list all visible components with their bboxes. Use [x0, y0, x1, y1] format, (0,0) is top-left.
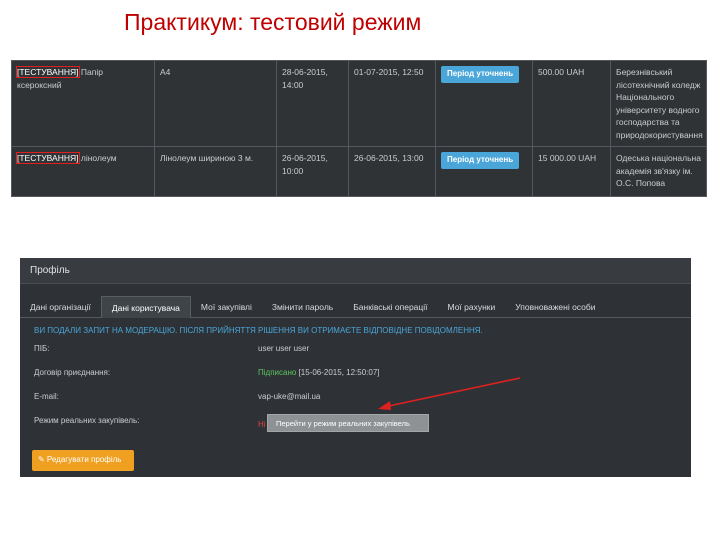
tender-start: 28-06-2015, 14:00: [276, 60, 349, 147]
tab-change-password[interactable]: Змінити пароль: [262, 296, 343, 318]
tender-status-cell: Період уточнень: [435, 60, 533, 147]
tab-bank-operations[interactable]: Банківські операції: [343, 296, 437, 318]
slide-title: Практикум: тестовий режим: [124, 9, 422, 35]
tender-name-cell[interactable]: [ТЕСТУВАННЯ] лінолеум: [11, 146, 155, 197]
profile-header: Профіль: [20, 258, 691, 284]
tender-org: Березнівський лісотехнічний коледж Націо…: [610, 60, 707, 147]
real-mode-value: Ні: [258, 420, 266, 429]
tender-amount: 15 000.00 UAH: [532, 146, 611, 197]
tab-org-data[interactable]: Дані організації: [20, 296, 101, 318]
name-value: user user user: [258, 344, 310, 353]
test-tag: [ТЕСТУВАННЯ]: [16, 66, 80, 78]
tab-my-accounts[interactable]: Мої рахунки: [438, 296, 506, 318]
edit-profile-button[interactable]: ✎ Редагувати профіль: [32, 450, 134, 471]
tender-item: Лінолеум шириною 3 м.: [154, 146, 277, 197]
tender-amount: 500.00 UAH: [532, 60, 611, 147]
contract-label: Договір приєднання:: [34, 368, 111, 377]
profile-tabs: Дані організації Дані користувача Мої за…: [20, 288, 691, 318]
table-row[interactable]: [ТЕСТУВАННЯ] лінолеум Лінолеум шириною 3…: [11, 146, 707, 197]
moderation-notice: ВИ ПОДАЛИ ЗАПИТ НА МОДЕРАЦІЮ. ПІСЛЯ ПРИЙ…: [34, 326, 483, 335]
profile-panel: Профіль Дані організації Дані користувач…: [20, 258, 691, 477]
status-badge: Період уточнень: [441, 152, 520, 169]
contract-date: [15-06-2015, 12:50:07]: [298, 368, 380, 377]
status-badge: Період уточнень: [441, 66, 520, 83]
contract-status: Підписано: [258, 368, 297, 377]
tender-status-cell: Період уточнень: [435, 146, 533, 197]
tab-my-purchases[interactable]: Мої закупівлі: [191, 296, 262, 318]
tender-item: А4: [154, 60, 277, 147]
name-label: ПІБ:: [34, 344, 50, 353]
test-tag: [ТЕСТУВАННЯ]: [16, 152, 80, 164]
tender-org: Одеська національна академія зв'язку ім.…: [610, 146, 707, 197]
tender-name-cell[interactable]: [ТЕСТУВАННЯ] Папір ксероксний: [11, 60, 155, 147]
tender-start: 26-06-2015, 10:00: [276, 146, 349, 197]
tender-table: [ТЕСТУВАННЯ] Папір ксероксний А4 28-06-2…: [11, 60, 707, 197]
tender-end: 26-06-2015, 13:00: [348, 146, 436, 197]
real-mode-label: Режим реальних закупівель:: [34, 416, 140, 425]
tender-name[interactable]: лінолеум: [81, 153, 117, 163]
tab-user-data[interactable]: Дані користувача: [100, 296, 191, 318]
switch-to-real-mode-button[interactable]: Перейти у режим реальних закупівель: [267, 414, 429, 432]
table-row[interactable]: [ТЕСТУВАННЯ] Папір ксероксний А4 28-06-2…: [11, 60, 707, 147]
tender-end: 01-07-2015, 12:50: [348, 60, 436, 147]
email-label: E-mail:: [34, 392, 59, 401]
contract-value: Підписано [15-06-2015, 12:50:07]: [258, 368, 380, 377]
email-value: vap-uke@mail.ua: [258, 392, 321, 401]
tab-authorized-persons[interactable]: Уповноважені особи: [505, 296, 605, 318]
